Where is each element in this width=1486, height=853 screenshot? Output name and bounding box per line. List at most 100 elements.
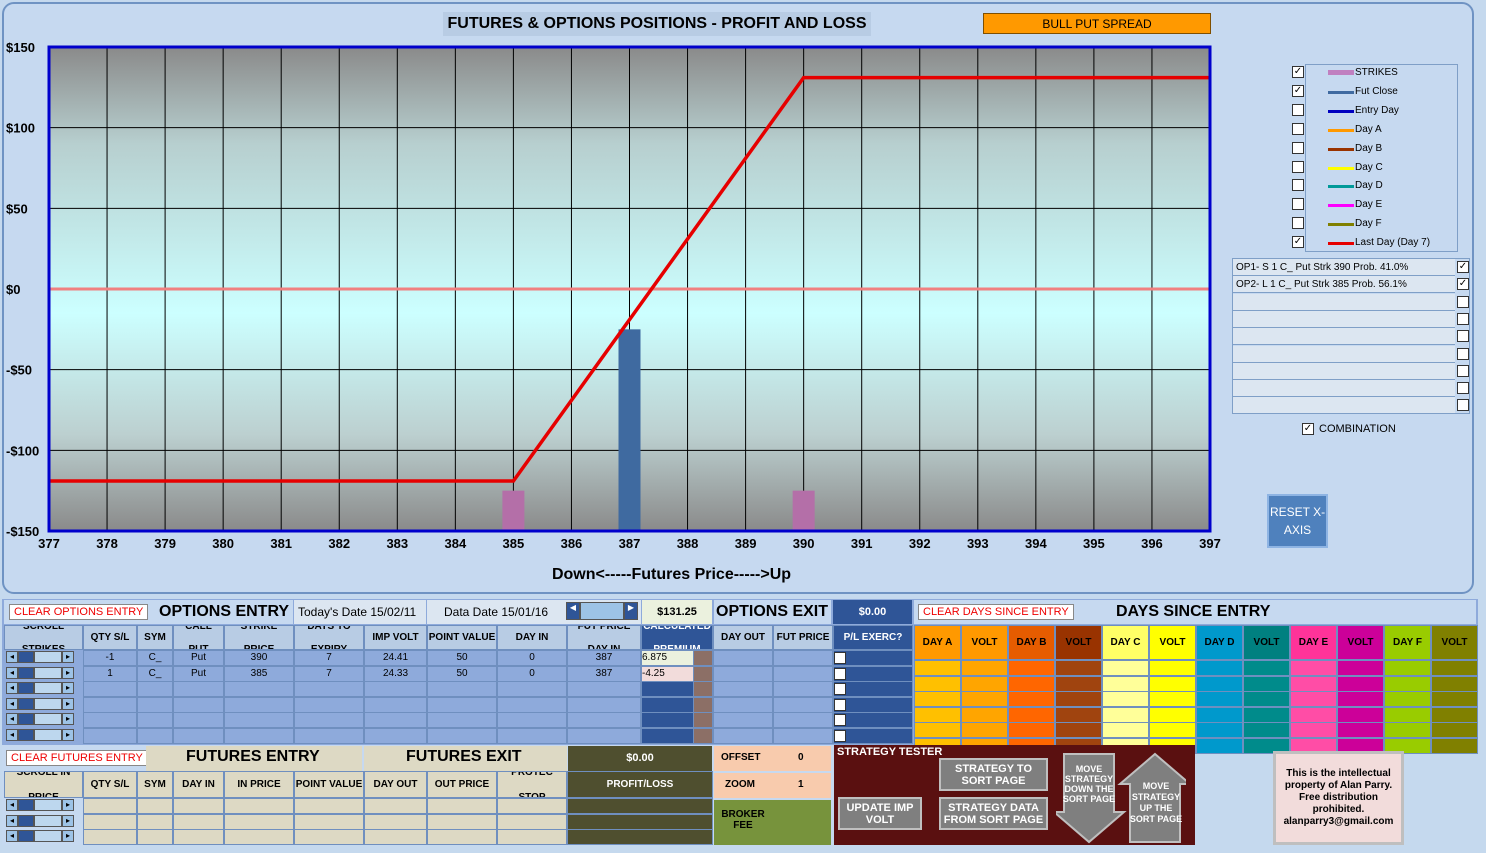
scroll-thumb[interactable]: [18, 713, 34, 725]
futures-cell[interactable]: [83, 829, 137, 845]
combination-checkbox[interactable]: ✓: [1302, 423, 1314, 435]
days-cell[interactable]: [1008, 675, 1055, 692]
days-cell[interactable]: [1243, 706, 1290, 723]
days-cell[interactable]: [1290, 691, 1337, 707]
options-cell[interactable]: [83, 696, 137, 713]
days-cell[interactable]: [1337, 706, 1384, 723]
options-cell[interactable]: 7: [294, 665, 364, 682]
exercise-checkbox[interactable]: [834, 667, 846, 680]
scroll-thumb[interactable]: [18, 814, 34, 827]
days-cell[interactable]: [1384, 675, 1431, 692]
legend-checkbox[interactable]: [1292, 217, 1304, 230]
options-cell[interactable]: [427, 681, 497, 697]
fut-price-cell[interactable]: [773, 665, 833, 682]
options-cell[interactable]: C_: [137, 665, 173, 682]
days-cell[interactable]: [1055, 691, 1102, 707]
days-cell[interactable]: [1149, 660, 1196, 676]
legend-checkbox[interactable]: [1292, 179, 1304, 192]
options-cell[interactable]: [137, 712, 173, 728]
day-out-cell[interactable]: [713, 665, 773, 682]
scroll-right-icon[interactable]: ▸: [62, 728, 74, 741]
fut-price-cell[interactable]: [773, 650, 833, 666]
options-cell[interactable]: [497, 681, 567, 697]
scroll-left-icon[interactable]: ◂: [6, 814, 18, 827]
days-cell[interactable]: [1008, 691, 1055, 707]
exercise-checkbox[interactable]: [834, 714, 846, 726]
reset-x-axis-button[interactable]: RESET X-AXIS: [1267, 494, 1328, 548]
days-cell[interactable]: [1337, 675, 1384, 692]
options-cell[interactable]: [427, 727, 497, 744]
strike-scrollbar[interactable]: ◂ ▸: [6, 682, 74, 694]
exercise-checkbox[interactable]: [834, 729, 846, 742]
scroll-thumb[interactable]: [18, 697, 34, 710]
futures-cell[interactable]: [137, 813, 173, 830]
days-cell[interactable]: [1196, 737, 1243, 754]
day-out-cell[interactable]: [713, 696, 773, 713]
days-cell[interactable]: [1055, 675, 1102, 692]
futures-cell[interactable]: [173, 829, 224, 845]
days-cell[interactable]: [1196, 691, 1243, 707]
options-cell[interactable]: C_: [137, 650, 173, 666]
days-cell[interactable]: [1008, 722, 1055, 738]
fut-price-cell[interactable]: [773, 727, 833, 744]
days-cell[interactable]: [961, 722, 1008, 738]
legend-checkbox[interactable]: [1292, 160, 1304, 173]
options-cell[interactable]: 7: [294, 650, 364, 666]
strike-scrollbar[interactable]: ◂ ▸: [6, 713, 74, 725]
data-date-scrollbar[interactable]: ◀ ▶: [566, 602, 638, 620]
scroll-left-icon[interactable]: ◂: [6, 713, 18, 725]
futures-exit-cell[interactable]: [364, 798, 427, 814]
options-cell[interactable]: [83, 681, 137, 697]
futures-cell[interactable]: [173, 798, 224, 814]
days-cell[interactable]: [1337, 722, 1384, 738]
days-cell[interactable]: [961, 706, 1008, 723]
scroll-thumb[interactable]: [18, 651, 34, 663]
option-position-checkbox[interactable]: [1457, 312, 1469, 325]
scroll-right-icon[interactable]: ▶: [624, 602, 638, 620]
days-cell[interactable]: [1102, 660, 1149, 676]
scroll-thumb[interactable]: [18, 682, 34, 694]
clear-options-entry-button[interactable]: CLEAR OPTIONS ENTRY: [9, 604, 149, 620]
futures-cell[interactable]: [294, 813, 364, 830]
days-cell[interactable]: [1196, 675, 1243, 692]
futures-exit-cell[interactable]: [427, 813, 497, 830]
days-cell[interactable]: [1055, 660, 1102, 676]
legend-checkbox[interactable]: ✓: [1292, 84, 1304, 97]
scroll-right-icon[interactable]: ▸: [62, 713, 74, 725]
options-cell[interactable]: [364, 681, 427, 697]
scroll-track[interactable]: [34, 830, 62, 842]
exercise-checkbox[interactable]: [834, 652, 846, 664]
strike-scrollbar[interactable]: ◂ ▸: [6, 666, 74, 679]
days-cell[interactable]: [1290, 722, 1337, 738]
scroll-left-icon[interactable]: ◂: [6, 682, 18, 694]
legend-checkbox[interactable]: [1292, 141, 1304, 154]
options-cell[interactable]: 0: [497, 665, 567, 682]
strike-scrollbar[interactable]: ◂ ▸: [6, 651, 74, 663]
futures-cell[interactable]: [224, 813, 294, 830]
days-cell[interactable]: [1196, 706, 1243, 723]
options-cell[interactable]: [427, 696, 497, 713]
scroll-left-icon[interactable]: ◂: [6, 697, 18, 710]
days-cell[interactable]: [1149, 706, 1196, 723]
legend-checkbox[interactable]: [1292, 198, 1304, 211]
legend-checkbox[interactable]: [1292, 103, 1304, 116]
legend-checkbox[interactable]: ✓: [1292, 236, 1304, 249]
days-cell[interactable]: [961, 691, 1008, 707]
scroll-thumb[interactable]: [18, 666, 34, 679]
days-cell[interactable]: [1431, 706, 1478, 723]
strike-scrollbar[interactable]: ◂ ▸: [6, 728, 74, 741]
options-cell[interactable]: [173, 696, 224, 713]
days-cell[interactable]: [1384, 722, 1431, 738]
move-down-button[interactable]: MOVE STRATEGY DOWN THE SORT PAGE: [1061, 764, 1117, 804]
days-cell[interactable]: [1337, 660, 1384, 676]
futures-price-scrollbar[interactable]: ◂ ▸: [6, 814, 74, 827]
option-position-checkbox[interactable]: [1457, 347, 1469, 360]
scroll-right-icon[interactable]: ▸: [62, 697, 74, 710]
legend-checkbox[interactable]: [1292, 122, 1304, 135]
option-position-checkbox[interactable]: [1457, 399, 1469, 412]
scroll-right-icon[interactable]: ▸: [62, 799, 74, 811]
options-cell[interactable]: Put: [173, 665, 224, 682]
scroll-track[interactable]: [34, 682, 62, 694]
futures-exit-cell[interactable]: [427, 798, 497, 814]
options-cell[interactable]: 50: [427, 665, 497, 682]
